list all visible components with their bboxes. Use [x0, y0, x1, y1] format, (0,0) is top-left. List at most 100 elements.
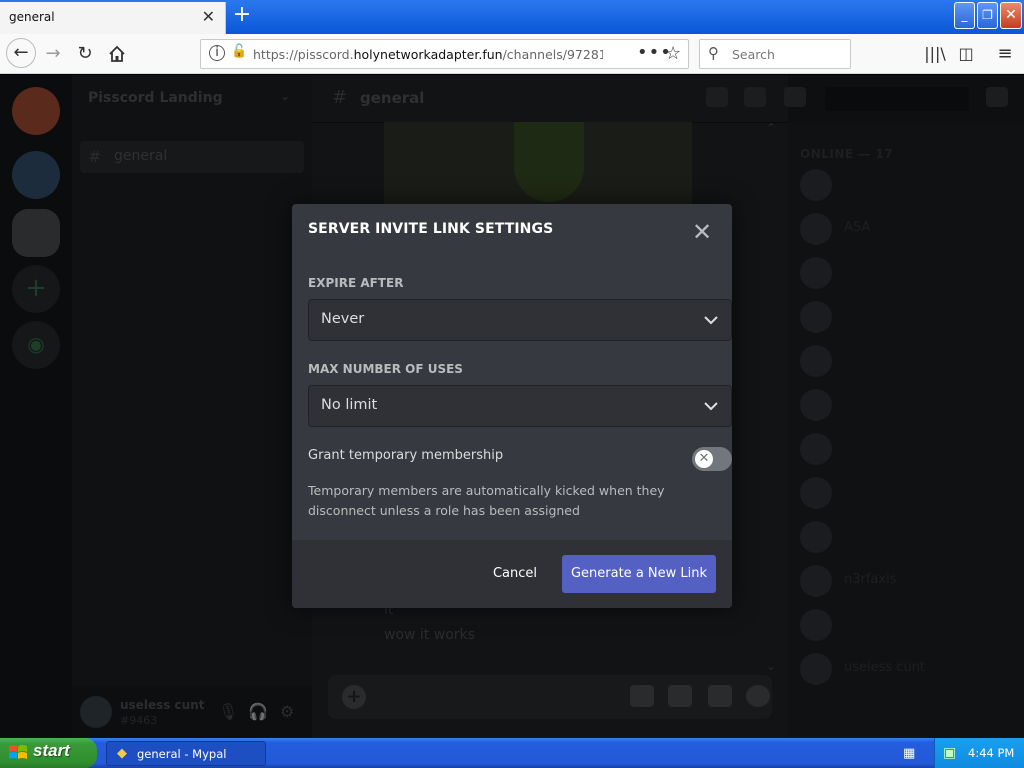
window-restore-button[interactable]: ❐ — [977, 2, 998, 29]
members-icon[interactable] — [784, 87, 806, 107]
gif-icon[interactable] — [668, 685, 692, 707]
start-button[interactable]: start — [0, 738, 97, 768]
generate-new-link-button[interactable]: Generate a New Link — [562, 555, 716, 593]
expire-after-label: EXPIRE AFTER — [308, 276, 404, 290]
grant-membership-help: Temporary members are automatically kick… — [308, 483, 665, 518]
grant-membership-toggle[interactable]: ✕ — [692, 447, 732, 471]
avatar — [800, 653, 832, 685]
server-name[interactable]: Pisscord Landing — [88, 90, 223, 106]
member-item[interactable]: ASA — [800, 209, 1010, 249]
member-item[interactable]: useless cunt — [800, 649, 1010, 689]
chevron-down-icon[interactable]: ⌄ — [280, 89, 290, 103]
restore-icon: ❐ — [982, 8, 993, 22]
back-button[interactable]: ← — [6, 38, 36, 68]
expire-after-select[interactable]: Never — [308, 299, 732, 341]
server-icon-active[interactable] — [12, 209, 60, 257]
explore-servers-icon[interactable]: ◉ — [12, 321, 60, 369]
user-tag: #9463 — [120, 714, 158, 727]
avatar — [800, 301, 832, 333]
mute-icon[interactable]: 🎙 — [218, 702, 238, 721]
taskbar-window-label: general - Mypal — [137, 747, 227, 761]
browser-tab[interactable]: general ✕ — [0, 2, 226, 34]
image-subject — [514, 122, 584, 202]
url-domain: holynetworkadapter.fun — [353, 47, 503, 62]
sidebar-toggle-button[interactable]: ◫ — [953, 41, 979, 67]
headphones-icon[interactable]: 🎧 — [248, 702, 268, 721]
library-button[interactable]: |||\ — [922, 41, 948, 67]
server-icon[interactable] — [12, 151, 60, 199]
member-item[interactable] — [800, 517, 1010, 557]
modal-close-button[interactable]: ✕ — [690, 220, 714, 245]
home-icon — [109, 45, 125, 62]
url-bar[interactable]: i 🔓 https://pisscord.holynetworkadapter.… — [200, 39, 689, 69]
sticker-icon[interactable] — [708, 685, 732, 707]
avatar[interactable] — [80, 696, 112, 728]
insecure-lock-icon[interactable]: 🔓 — [231, 44, 247, 59]
inbox-icon[interactable] — [986, 87, 1008, 107]
member-item[interactable] — [800, 253, 1010, 293]
hash-icon: # — [88, 147, 102, 166]
window-close-button[interactable]: ✕ — [1000, 2, 1022, 29]
member-name: n3rfaxis — [844, 572, 897, 587]
home-button[interactable] — [104, 41, 130, 67]
window-minimize-button[interactable]: _ — [954, 2, 975, 29]
home-server-icon[interactable] — [12, 87, 60, 135]
avatar — [800, 609, 832, 641]
mypal-browser-icon: ◆ — [117, 746, 127, 761]
max-uses-select[interactable]: No limit — [308, 385, 732, 427]
chevron-down-icon — [704, 402, 718, 411]
member-item[interactable] — [800, 605, 1010, 645]
gear-icon[interactable]: ⚙ — [280, 702, 294, 721]
chevron-down-icon — [704, 316, 718, 325]
chevron-up-icon[interactable]: ⌃ — [766, 121, 776, 135]
avatar — [800, 433, 832, 465]
tab-close-icon[interactable]: ✕ — [202, 8, 215, 26]
member-item[interactable] — [800, 165, 1010, 205]
minimize-icon: _ — [961, 8, 968, 22]
keyboard-icon[interactable]: ▦ — [903, 746, 915, 761]
forward-button[interactable]: → — [40, 41, 66, 67]
avatar — [800, 257, 832, 289]
taskbar-window-item[interactable]: ◆ general - Mypal — [106, 741, 266, 766]
bookmark-star-icon[interactable]: ☆ — [665, 43, 681, 64]
gift-icon[interactable] — [630, 685, 654, 707]
new-tab-button[interactable]: + — [230, 4, 254, 28]
invite-settings-modal: SERVER INVITE LINK SETTINGS ✕ EXPIRE AFT… — [292, 204, 732, 608]
server-list: + ◉ — [0, 75, 72, 738]
message-input[interactable]: + — [328, 675, 772, 719]
member-item[interactable] — [800, 473, 1010, 513]
pin-icon[interactable] — [744, 87, 766, 107]
member-name: ASA — [844, 220, 871, 235]
avatar — [800, 521, 832, 553]
chat-search-input[interactable] — [825, 87, 969, 111]
avatar — [800, 169, 832, 201]
max-uses-value: No limit — [321, 397, 378, 413]
member-item[interactable] — [800, 297, 1010, 337]
browser-search-field[interactable]: ⚲ Search — [699, 39, 851, 69]
member-item[interactable]: n3rfaxis — [800, 561, 1010, 601]
online-header: ONLINE — 17 — [800, 147, 894, 161]
network-icon[interactable]: ▣ — [943, 745, 956, 761]
arrow-left-icon: ← — [13, 42, 29, 63]
start-label: start — [33, 741, 70, 760]
chevron-down-icon[interactable]: ⌄ — [766, 659, 776, 673]
member-item[interactable] — [800, 341, 1010, 381]
tab-title: general — [9, 10, 55, 24]
emoji-icon[interactable] — [746, 685, 770, 707]
avatar — [800, 565, 832, 597]
channel-item-general[interactable]: # general — [80, 141, 304, 173]
clock[interactable]: 4:44 PM — [968, 746, 1014, 760]
bell-icon[interactable] — [706, 87, 728, 107]
info-icon[interactable]: i — [209, 45, 225, 61]
member-item[interactable] — [800, 385, 1010, 425]
url-path: /channels/972812855 — [502, 47, 603, 62]
avatar — [800, 389, 832, 421]
reload-button[interactable]: ↻ — [72, 41, 98, 67]
cancel-button[interactable]: Cancel — [480, 555, 550, 593]
attach-plus-icon[interactable]: + — [342, 685, 366, 709]
menu-button[interactable]: ≡ — [992, 41, 1018, 67]
member-item[interactable] — [800, 429, 1010, 469]
browser-titlebar: general ✕ + _ ❐ ✕ — [0, 0, 1024, 34]
url-text[interactable]: https://pisscord.holynetworkadapter.fun/… — [253, 47, 603, 62]
add-server-icon[interactable]: + — [12, 265, 60, 313]
